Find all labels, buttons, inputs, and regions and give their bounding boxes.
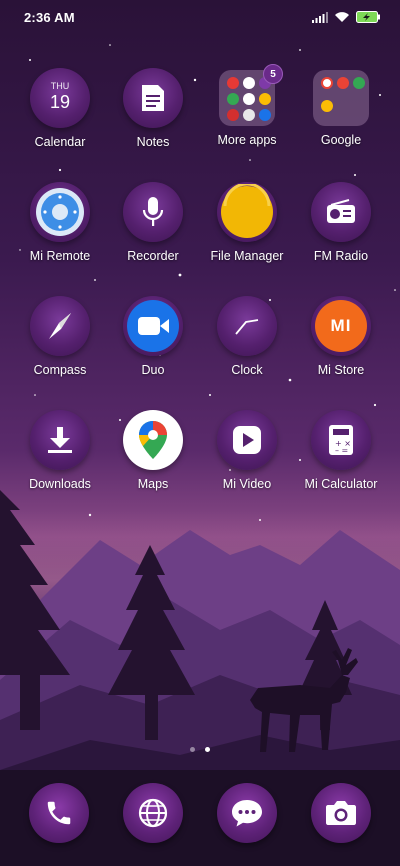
notes-icon <box>123 68 183 128</box>
status-time: 2:36 AM <box>24 10 75 25</box>
calculator-icon: + × – = <box>311 410 371 470</box>
app-label: Notes <box>136 135 170 149</box>
battery-charging-icon <box>356 11 380 23</box>
mi-remote-icon <box>30 182 90 242</box>
browser-globe-icon <box>138 798 168 828</box>
page-dot[interactable] <box>190 747 195 752</box>
mi-store-icon: MI <box>311 296 371 356</box>
compass-icon <box>30 296 90 356</box>
app-mi-store[interactable]: MI Mi Store <box>293 296 389 377</box>
camera-icon <box>326 801 356 825</box>
page-indicator <box>0 747 400 752</box>
app-label: Maps <box>137 477 169 491</box>
app-label: Mi Video <box>222 477 272 491</box>
file-manager-icon <box>217 182 277 242</box>
app-recorder[interactable]: Recorder <box>105 182 201 263</box>
app-label: Recorder <box>127 249 179 263</box>
app-label: Downloads <box>29 477 91 491</box>
duo-video-icon <box>123 296 183 356</box>
folder-google[interactable]: Google <box>293 68 389 147</box>
app-label: Mi Store <box>317 363 365 377</box>
app-label: More apps <box>217 133 277 147</box>
calendar-month: THU <box>50 81 70 91</box>
app-label: Duo <box>141 363 165 377</box>
app-label: Mi Calculator <box>304 477 378 491</box>
maps-pin-icon <box>123 410 183 470</box>
calendar-icon: THU 19 <box>30 68 90 128</box>
app-notes[interactable]: Notes <box>105 68 201 149</box>
folder-icon <box>313 70 369 126</box>
app-calendar[interactable]: THU 19 Calendar <box>12 68 108 149</box>
wifi-icon <box>335 12 349 22</box>
dock-phone[interactable] <box>29 783 89 843</box>
signal-icon <box>312 11 328 23</box>
app-downloads[interactable]: Downloads <box>12 410 108 491</box>
app-label: Clock <box>231 363 263 377</box>
clock-icon <box>217 296 277 356</box>
calendar-day: 19 <box>49 92 71 112</box>
dock-messages[interactable] <box>217 783 277 843</box>
app-label: Mi Remote <box>29 249 91 263</box>
folder-more-apps[interactable]: 5 More apps <box>199 64 295 147</box>
notification-badge: 5 <box>263 64 283 84</box>
app-label: File Manager <box>210 249 284 263</box>
app-fm-radio[interactable]: FM Radio <box>293 182 389 263</box>
app-label: Compass <box>33 363 87 377</box>
app-clock[interactable]: Clock <box>199 296 295 377</box>
page-dot-active[interactable] <box>205 747 210 752</box>
app-maps[interactable]: Maps <box>105 410 201 491</box>
app-label: Google <box>320 133 362 147</box>
dock-camera[interactable] <box>311 783 371 843</box>
video-play-icon <box>217 410 277 470</box>
status-bar: 2:36 AM <box>0 0 400 36</box>
app-mi-calculator[interactable]: + × – = Mi Calculator <box>293 410 389 491</box>
mi-logo: MI <box>330 316 352 335</box>
radio-icon <box>311 182 371 242</box>
folder-icon: 5 <box>219 64 283 126</box>
app-mi-remote[interactable]: Mi Remote <box>12 182 108 263</box>
app-compass[interactable]: Compass <box>12 296 108 377</box>
status-icons <box>312 11 380 23</box>
messages-icon <box>232 800 262 827</box>
app-label: FM Radio <box>313 249 369 263</box>
app-file-manager[interactable]: File Manager <box>199 182 295 263</box>
app-duo[interactable]: Duo <box>105 296 201 377</box>
dock-browser[interactable] <box>123 783 183 843</box>
app-mi-video[interactable]: Mi Video <box>199 410 295 491</box>
phone-icon <box>47 801 71 825</box>
download-icon <box>30 410 90 470</box>
svg-text:– =: – = <box>335 446 348 455</box>
app-label: Calendar <box>34 135 86 149</box>
microphone-icon <box>123 182 183 242</box>
